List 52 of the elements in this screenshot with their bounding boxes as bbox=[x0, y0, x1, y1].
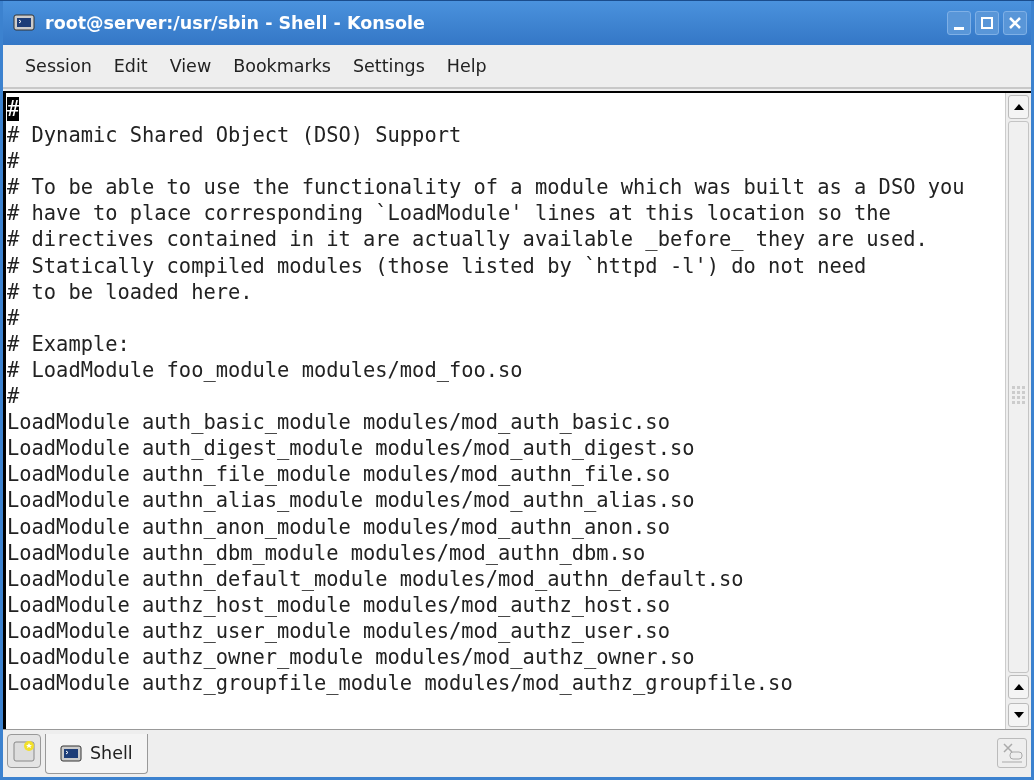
terminal-line: LoadModule auth_digest_module modules/mod_auth_digest.so bbox=[7, 436, 695, 461]
close-button[interactable] bbox=[1003, 11, 1027, 35]
close-session-button[interactable] bbox=[997, 738, 1027, 768]
menu-item[interactable]: View bbox=[159, 50, 222, 82]
terminal-line: LoadModule authn_default_module modules/mod_authn_default.so bbox=[7, 566, 744, 591]
window-title: root@server:/usr/sbin - Shell - Konsole bbox=[45, 11, 425, 35]
cursor: # bbox=[7, 97, 20, 121]
new-session-button[interactable] bbox=[7, 734, 41, 768]
terminal-line: # directives contained in it are actually available _before_ they are used. bbox=[7, 227, 928, 252]
menu-item[interactable]: Edit bbox=[103, 50, 158, 82]
menu-item[interactable]: Settings bbox=[343, 50, 435, 82]
new-session-icon bbox=[12, 739, 36, 763]
terminal-line: LoadModule authn_dbm_module modules/mod_authn_dbm.so bbox=[7, 540, 646, 565]
terminal-line: LoadModule authn_alias_module modules/mod_authn_alias.so bbox=[7, 488, 695, 513]
terminal-line: LoadModule authz_user_module modules/mod_authz_user.so bbox=[7, 618, 670, 643]
terminal-line: # Example: bbox=[7, 331, 130, 356]
terminal-area[interactable] bbox=[3, 91, 1031, 729]
terminal-icon bbox=[60, 743, 82, 764]
terminal-line: # have to place corresponding `LoadModule' lines at this location so the bbox=[7, 201, 891, 226]
scrollbar[interactable] bbox=[1005, 93, 1031, 729]
terminal-line: # LoadModule foo_module modules/mod_foo.so bbox=[7, 357, 523, 382]
maximize-icon bbox=[980, 16, 994, 30]
terminal-line: # bbox=[7, 149, 20, 174]
terminal-line: LoadModule auth_basic_module modules/mod_auth_basic.so bbox=[7, 410, 670, 435]
down-arrow-icon bbox=[1013, 712, 1024, 718]
terminal-line: LoadModule authz_owner_module modules/mod_authz_owner.so bbox=[7, 644, 695, 669]
scroll-up-button[interactable] bbox=[1008, 95, 1029, 119]
scroll-up-button[interactable] bbox=[1008, 675, 1029, 699]
terminal-icon bbox=[13, 13, 35, 33]
terminal-line: LoadModule authn_file_module modules/mod_authn_file.so bbox=[7, 462, 670, 487]
up-arrow-icon bbox=[1013, 684, 1024, 690]
close-session-icon bbox=[1000, 742, 1024, 764]
terminal-line: LoadModule authz_host_module modules/mod_authz_host.so bbox=[7, 592, 670, 617]
terminal-line: # Statically compiled modules (those listed by `httpd -l') do not need bbox=[7, 253, 867, 278]
menu-item[interactable]: Help bbox=[436, 50, 497, 82]
terminal-line: # bbox=[7, 305, 20, 330]
up-arrow-icon bbox=[1013, 104, 1024, 110]
session-tab[interactable]: Shell bbox=[45, 734, 148, 774]
terminal-line: # To be able to use the functionality of a module which was built as a DSO you bbox=[7, 175, 965, 200]
terminal-line: # to be loaded here. bbox=[7, 279, 253, 304]
menu-item[interactable]: Bookmarks bbox=[223, 50, 341, 82]
minimize-icon bbox=[954, 26, 964, 30]
terminal-line: # Dynamic Shared Object (DSO) Support bbox=[7, 123, 462, 148]
menu-item[interactable]: Session bbox=[15, 50, 102, 82]
maximize-button[interactable] bbox=[975, 11, 999, 35]
terminal-line: LoadModule authz_groupfile_module modules/mod_authz_groupfile.so bbox=[7, 671, 793, 696]
terminal-line: # bbox=[7, 384, 20, 409]
close-icon bbox=[1008, 16, 1022, 30]
scrollbar-thumb[interactable] bbox=[1008, 121, 1029, 673]
minimize-button[interactable] bbox=[947, 11, 971, 35]
terminal-line: LoadModule authn_anon_module modules/mod_authn_anon.so bbox=[7, 514, 670, 539]
scroll-down-button[interactable] bbox=[1008, 703, 1029, 727]
